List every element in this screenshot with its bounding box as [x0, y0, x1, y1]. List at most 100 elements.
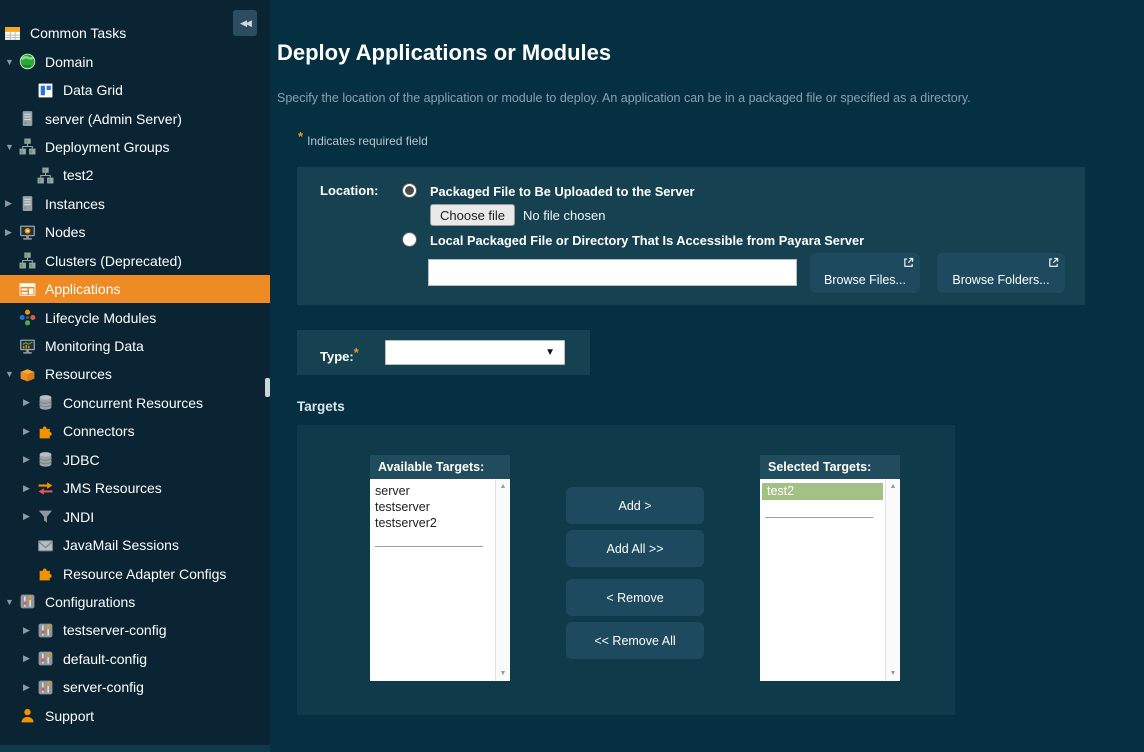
remove-all-button[interactable]: << Remove All [566, 622, 704, 659]
sidebar-item-resource-adapter-configs[interactable]: Resource Adapter Configs [0, 559, 270, 587]
remove-button[interactable]: < Remove [566, 579, 704, 616]
sidebar-item-resources[interactable]: ▼ Resources [0, 360, 270, 388]
chevron-expanded-icon[interactable]: ▼ [4, 369, 19, 379]
chevron-collapsed-icon[interactable]: ▶ [22, 426, 37, 437]
sidebar-bottom-strip [0, 745, 270, 752]
location-label: Location: [320, 183, 379, 198]
cluster-icon [19, 138, 36, 155]
add-button[interactable]: Add > [566, 487, 704, 524]
sidebar-item-label: test2 [63, 167, 93, 183]
external-link-icon [903, 257, 914, 268]
sidebar-item-applications[interactable]: Applications [0, 275, 270, 303]
jms-arrows-icon [37, 480, 54, 497]
sidebar-item-support[interactable]: Support [0, 702, 270, 730]
sidebar-item-label: Concurrent Resources [63, 395, 203, 411]
sidebar-item-label: server (Admin Server) [45, 111, 182, 127]
envelope-icon [37, 537, 54, 554]
sidebar-item-label: Applications [45, 281, 121, 297]
sidebar-item-data-grid[interactable]: Data Grid [0, 76, 270, 104]
sidebar-item-test2[interactable]: test2 [0, 161, 270, 189]
sidebar-item-label: Domain [45, 54, 93, 70]
scroll-down-icon[interactable]: ▼ [500, 670, 507, 677]
sidebar-item-label: Connectors [63, 423, 135, 439]
add-all-button[interactable]: Add All >> [566, 530, 704, 567]
chevron-expanded-icon[interactable]: ▼ [4, 57, 19, 67]
local-path-input[interactable] [428, 259, 797, 286]
sidebar-item-lifecycle-modules[interactable]: Lifecycle Modules [0, 303, 270, 331]
sidebar-item-jndi[interactable]: ▶ JNDI [0, 502, 270, 530]
chevron-collapsed-icon[interactable]: ▶ [4, 198, 19, 209]
sidebar-item-label: Deployment Groups [45, 139, 170, 155]
config-sliders-icon [19, 593, 36, 610]
sidebar-item-deployment-groups[interactable]: ▼ Deployment Groups [0, 133, 270, 161]
list-item[interactable]: testserver [370, 499, 495, 515]
chevron-expanded-icon[interactable]: ▼ [4, 597, 19, 607]
sidebar-item-connectors[interactable]: ▶ Connectors [0, 417, 270, 445]
list-item-selected[interactable]: test2 [762, 483, 883, 500]
file-chosen-status: No file chosen [523, 208, 605, 223]
sidebar-item-javamail-sessions[interactable]: JavaMail Sessions [0, 531, 270, 559]
selected-targets-list[interactable]: test2 ▲ ▼ [760, 479, 900, 681]
location-panel: Location: Packaged File to Be Uploaded t… [297, 167, 1085, 305]
chevron-collapsed-icon[interactable]: ▶ [22, 483, 37, 494]
sidebar-item-jdbc[interactable]: ▶ JDBC [0, 446, 270, 474]
sidebar-item-label: JNDI [63, 509, 94, 525]
sidebar-item-monitoring-data[interactable]: Monitoring Data [0, 332, 270, 360]
chevron-collapsed-icon[interactable]: ▶ [22, 625, 37, 636]
selected-targets-label: Selected Targets: [760, 455, 900, 479]
list-scrollbar[interactable]: ▲ ▼ [495, 479, 510, 681]
radio-label-upload: Packaged File to Be Uploaded to the Serv… [430, 184, 695, 199]
radio-local-packaged-file[interactable] [402, 232, 417, 247]
list-item[interactable]: testserver2 [370, 515, 495, 531]
choose-file-button[interactable]: Choose file [430, 204, 515, 226]
chevron-collapsed-icon[interactable]: ▶ [4, 227, 19, 238]
server-icon [19, 195, 36, 212]
list-scrollbar[interactable]: ▲ ▼ [885, 479, 900, 681]
sidebar-item-label: Clusters (Deprecated) [45, 253, 182, 269]
sidebar-item-default-config[interactable]: ▶ default-config [0, 645, 270, 673]
chevron-collapsed-icon[interactable]: ▶ [22, 454, 37, 465]
required-field-note: *Indicates required field [298, 129, 428, 148]
list-item[interactable]: server [370, 483, 495, 499]
sidebar-item-jms-resources[interactable]: ▶ JMS Resources [0, 474, 270, 502]
sidebar-item-clusters-deprecated[interactable]: Clusters (Deprecated) [0, 247, 270, 275]
sidebar-item-instances[interactable]: ▶ Instances [0, 190, 270, 218]
list-separator [765, 517, 873, 518]
sidebar-item-testserver-config[interactable]: ▶ testserver-config [0, 616, 270, 644]
chevron-collapsed-icon[interactable]: ▶ [22, 397, 37, 408]
radio-packaged-file-upload[interactable] [402, 183, 417, 198]
sidebar-item-domain[interactable]: ▼ Domain [0, 47, 270, 75]
external-link-icon [1048, 257, 1059, 268]
targets-panel: Available Targets: server testserver tes… [297, 425, 955, 715]
resources-box-icon [19, 366, 36, 383]
sidebar-item-configurations[interactable]: ▼ Configurations [0, 588, 270, 616]
chevron-collapsed-icon[interactable]: ▶ [22, 653, 37, 664]
sidebar-item-server-config[interactable]: ▶ server-config [0, 673, 270, 701]
targets-heading: Targets [297, 399, 345, 414]
database-icon [37, 451, 54, 468]
sidebar-item-concurrent-resources[interactable]: ▶ Concurrent Resources [0, 389, 270, 417]
chevron-expanded-icon[interactable]: ▼ [4, 142, 19, 152]
scroll-down-icon[interactable]: ▼ [890, 670, 897, 677]
cluster-icon [19, 252, 36, 269]
sidebar-item-common-tasks[interactable]: Common Tasks [0, 19, 270, 47]
cluster-icon [37, 167, 54, 184]
available-targets-list[interactable]: server testserver testserver2 ▲ ▼ [370, 479, 510, 681]
main-content: Deploy Applications or Modules Specify t… [270, 0, 1144, 752]
available-targets-label: Available Targets: [370, 455, 510, 479]
sidebar-collapse-button[interactable]: ◀◀ [233, 10, 257, 36]
sidebar-item-label: Resources [45, 366, 112, 382]
chevron-collapsed-icon[interactable]: ▶ [22, 682, 37, 693]
required-asterisk: * [298, 129, 303, 144]
chevron-down-icon: ▼ [545, 347, 555, 358]
scroll-up-icon[interactable]: ▲ [890, 483, 897, 490]
type-select-dropdown[interactable]: ▼ [385, 340, 565, 365]
lifecycle-icon [19, 309, 36, 326]
browse-folders-button[interactable]: Browse Folders... [937, 253, 1065, 293]
sidebar-item-nodes[interactable]: ▶ Nodes [0, 218, 270, 246]
sidebar-item-server-admin[interactable]: server (Admin Server) [0, 104, 270, 132]
sidebar-item-label: server-config [63, 679, 144, 695]
scroll-up-icon[interactable]: ▲ [500, 483, 507, 490]
chevron-collapsed-icon[interactable]: ▶ [22, 511, 37, 522]
browse-files-button[interactable]: Browse Files... [810, 253, 920, 293]
